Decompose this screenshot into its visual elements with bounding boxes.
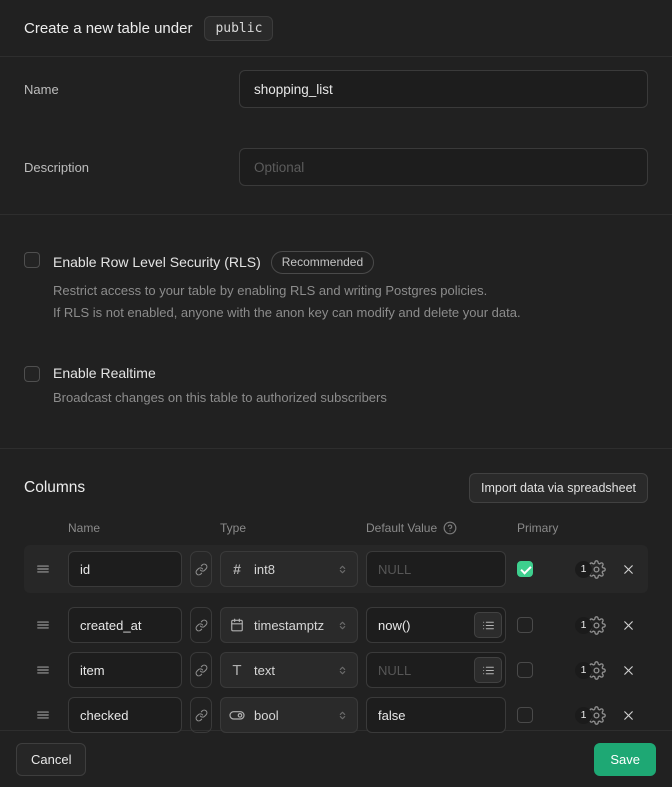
primary-checkbox[interactable] [517,707,533,723]
description-form-row: Description [0,148,672,186]
column-settings-button[interactable]: 1 [575,661,606,680]
column-type-value: timestamptz [254,618,324,633]
column-row-id: # int8 1 [24,545,648,593]
default-value-menu-icon[interactable] [474,657,502,683]
rls-label: Enable Row Level Security (RLS) [53,254,261,270]
column-settings-button[interactable]: 1 [575,616,606,635]
column-type-value: int8 [254,562,275,577]
remove-column-button[interactable] [621,663,636,678]
column-type-select[interactable]: timestamptz [220,607,358,643]
create-table-dialog: Create a new table under public Name Des… [0,0,672,787]
table-description-input[interactable] [239,148,648,186]
dialog-title: Create a new table under [24,20,192,37]
realtime-label: Enable Realtime [53,365,156,381]
drag-handle-icon[interactable] [36,618,50,632]
columns-section: Columns Import data via spreadsheet Name… [0,449,672,731]
column-name-input[interactable] [68,607,182,643]
chevron-updown-icon [336,664,349,677]
column-type-select[interactable]: # int8 [220,551,358,587]
column-row-checked: bool 1 [24,697,648,733]
header-name: Name [68,521,212,535]
column-default-input [366,551,506,587]
save-button[interactable]: Save [594,743,656,776]
header-type: Type [220,521,366,535]
schema-badge: public [204,16,273,41]
column-type-select[interactable]: T text [220,652,358,688]
settings-count-badge: 1 [575,617,592,634]
column-settings-button[interactable]: 1 [575,706,606,725]
boolean-toggle-icon [229,707,245,723]
table-name-input[interactable] [239,70,648,108]
rls-checkbox[interactable] [24,252,40,268]
header-default-value: Default Value [366,521,437,535]
primary-checkbox[interactable] [517,662,533,678]
drag-handle-icon[interactable] [36,708,50,722]
foreign-key-link-icon[interactable] [190,607,212,643]
number-type-icon: # [229,561,245,577]
rls-toggle-content: Enable Row Level Security (RLS) Recommen… [53,251,521,323]
chevron-updown-icon [336,709,349,722]
drag-handle-icon[interactable] [36,663,50,677]
column-type-value: bool [254,708,279,723]
settings-count-badge: 1 [575,662,592,679]
rls-description-line2: If RLS is not enabled, anyone with the a… [53,303,521,323]
remove-column-button[interactable] [621,708,636,723]
header-primary: Primary [517,521,558,535]
column-row-created-at: timestamptz 1 [24,607,648,643]
column-settings-button[interactable]: 1 [575,560,606,579]
columns-title: Columns [24,479,85,497]
calendar-icon [229,618,245,632]
dialog-footer: Cancel Save [0,731,672,787]
name-form-row: Name [0,70,672,108]
help-circle-icon[interactable] [443,521,457,535]
primary-checkbox[interactable] [517,617,533,633]
foreign-key-link-icon[interactable] [190,551,212,587]
import-spreadsheet-button[interactable]: Import data via spreadsheet [469,473,648,503]
settings-count-badge: 1 [575,707,592,724]
foreign-key-link-icon[interactable] [190,652,212,688]
settings-count-badge: 1 [575,561,592,578]
realtime-toggle-block: Enable Realtime Broadcast changes on thi… [24,365,648,408]
rls-description-line1: Restrict access to your table by enablin… [53,281,521,301]
remove-column-button[interactable] [621,618,636,633]
dialog-header: Create a new table under public [0,0,672,57]
primary-checkbox[interactable] [517,561,533,577]
recommended-badge: Recommended [271,251,374,274]
column-name-input[interactable] [68,551,182,587]
realtime-checkbox[interactable] [24,366,40,382]
table-options-section: Enable Row Level Security (RLS) Recommen… [0,215,672,449]
columns-table-header: Name Type Default Value Primary [24,521,648,535]
name-label: Name [24,82,239,97]
rls-toggle-block: Enable Row Level Security (RLS) Recommen… [24,251,648,323]
table-details-section: Name Description [0,57,672,215]
description-label: Description [24,160,239,175]
text-type-icon: T [229,662,245,679]
column-name-input[interactable] [68,652,182,688]
column-row-item: T text 1 [24,652,648,688]
foreign-key-link-icon[interactable] [190,697,212,733]
chevron-updown-icon [336,619,349,632]
chevron-updown-icon [336,563,349,576]
column-type-value: text [254,663,275,678]
cancel-button[interactable]: Cancel [16,743,86,776]
realtime-description: Broadcast changes on this table to autho… [53,388,387,408]
column-type-select[interactable]: bool [220,697,358,733]
realtime-toggle-content: Enable Realtime Broadcast changes on thi… [53,365,387,408]
remove-column-button[interactable] [621,562,636,577]
column-name-input[interactable] [68,697,182,733]
default-value-menu-icon[interactable] [474,612,502,638]
column-default-input[interactable] [366,697,506,733]
drag-handle-icon[interactable] [36,562,50,576]
